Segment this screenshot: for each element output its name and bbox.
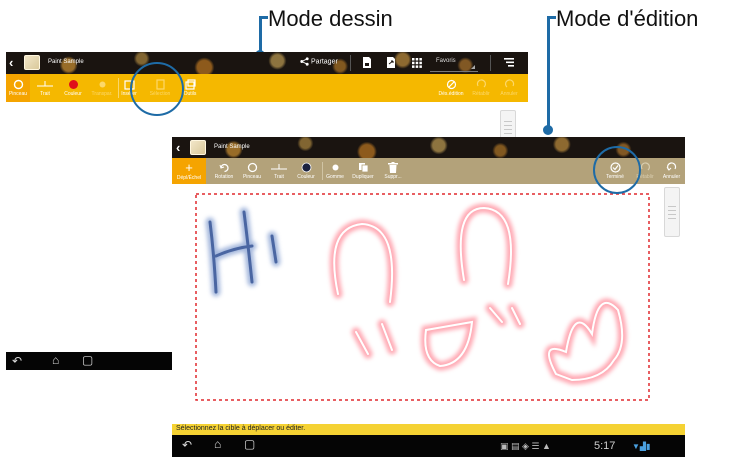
tool-tools-label: Outils bbox=[183, 91, 197, 97]
tools-icon bbox=[184, 79, 196, 90]
divider bbox=[118, 78, 119, 98]
app-title: Paint Sample bbox=[214, 144, 250, 150]
move-icon: + bbox=[185, 160, 193, 175]
tool-duplicate[interactable]: Dupliquer bbox=[348, 158, 378, 184]
tool-edit[interactable]: Dés.édition bbox=[436, 74, 466, 102]
save-icon[interactable] bbox=[362, 57, 372, 68]
back-chevron-icon[interactable]: ‹ bbox=[176, 140, 180, 155]
tool-line-label: Trait bbox=[274, 174, 284, 180]
recent-apps-icon[interactable]: ▢ bbox=[82, 354, 93, 366]
export-icon[interactable] bbox=[386, 57, 396, 68]
draw-nav-bar: ↶ ⌂ ▢ bbox=[6, 352, 172, 370]
color-icon bbox=[301, 162, 311, 173]
share-button[interactable]: Partager bbox=[300, 57, 338, 66]
divider bbox=[490, 55, 491, 71]
app-thumbnail bbox=[190, 140, 206, 155]
menu-icon[interactable] bbox=[504, 58, 514, 67]
line-icon bbox=[271, 164, 287, 170]
share-icon bbox=[300, 57, 309, 66]
undo-icon bbox=[666, 162, 677, 171]
tool-color[interactable]: Couleur bbox=[292, 158, 320, 184]
back-icon[interactable]: ↶ bbox=[182, 439, 192, 451]
tool-transparency-label: Transpar. bbox=[91, 91, 113, 97]
tool-color[interactable]: Couleur bbox=[60, 74, 86, 102]
tool-brush[interactable]: Pinceau bbox=[6, 74, 30, 102]
tool-redo[interactable]: Rétablir bbox=[468, 74, 494, 102]
draw-mode-highlight bbox=[130, 62, 184, 116]
tool-duplicate-label: Dupliquer bbox=[352, 174, 374, 180]
share-label: Partager bbox=[310, 58, 338, 66]
tool-redo-label: Rétablir bbox=[472, 91, 490, 97]
tool-rotate[interactable]: Rotation bbox=[210, 158, 238, 184]
tool-color-label: Couleur bbox=[64, 91, 82, 97]
system-status-icons: ▣ ▤ ◈ ☰ ▲ bbox=[500, 441, 551, 451]
edit-icon bbox=[446, 79, 456, 90]
tool-eraser-label: Gomme bbox=[326, 174, 344, 180]
tool-undo-label: Annuler bbox=[500, 91, 518, 97]
tool-line-label: Trait bbox=[40, 91, 50, 97]
undo-icon bbox=[504, 79, 514, 88]
grid-icon[interactable] bbox=[412, 58, 422, 68]
callout-edit-mode: Mode d'édition bbox=[556, 6, 699, 31]
brush-icon bbox=[13, 79, 23, 90]
callout-edit-mode-dot bbox=[543, 125, 553, 135]
draw-toolbar: Pinceau Trait Couleur Transpar. Insérer … bbox=[6, 74, 528, 102]
tool-move-label: Dépl/Échel bbox=[176, 175, 202, 181]
tool-transparency[interactable]: Transpar. bbox=[88, 74, 116, 102]
tool-move[interactable]: + Dépl/Échel bbox=[172, 158, 206, 184]
draw-actionbar: ‹ Paint Sample Partager Favoris bbox=[6, 52, 528, 74]
edit-scroll-handle[interactable] bbox=[664, 187, 680, 237]
tool-color-label: Couleur bbox=[297, 174, 315, 180]
tool-brush-label: Pinceau bbox=[8, 91, 28, 97]
tool-undo[interactable]: Annuler bbox=[658, 158, 685, 184]
drawing-canvas[interactable] bbox=[172, 184, 685, 444]
edit-mode-highlight bbox=[593, 146, 641, 194]
callout-edit-mode-leader bbox=[547, 16, 550, 128]
tool-delete[interactable]: Suppr... bbox=[378, 158, 408, 184]
line-icon bbox=[37, 81, 53, 87]
home-icon[interactable]: ⌂ bbox=[214, 438, 221, 450]
tool-delete-label: Suppr... bbox=[384, 174, 402, 180]
favorites-dropdown[interactable]: Favoris bbox=[430, 54, 478, 72]
redo-icon bbox=[476, 79, 486, 88]
transparency-icon bbox=[99, 81, 105, 88]
tool-rotate-label: Rotation bbox=[214, 174, 234, 180]
callout-draw-mode-leader bbox=[259, 16, 262, 54]
trash-icon bbox=[388, 162, 398, 173]
tool-brush-label: Pinceau bbox=[242, 174, 262, 180]
selection-box[interactable] bbox=[195, 193, 650, 401]
tool-line[interactable]: Trait bbox=[266, 158, 292, 184]
eraser-icon bbox=[332, 164, 338, 171]
back-chevron-icon[interactable]: ‹ bbox=[9, 55, 13, 70]
edit-nav-bar: ↶ ⌂ ▢ ▣ ▤ ◈ ☰ ▲ 5:17 ▼▟▮ bbox=[172, 435, 685, 457]
recent-apps-icon[interactable]: ▢ bbox=[244, 438, 255, 450]
app-thumbnail bbox=[24, 55, 40, 70]
wifi-battery-icons: ▼▟▮ bbox=[632, 442, 651, 451]
tool-line[interactable]: Trait bbox=[34, 74, 56, 102]
app-title: Paint Sample bbox=[48, 59, 84, 65]
tool-undo[interactable]: Annuler bbox=[496, 74, 522, 102]
brush-icon bbox=[247, 162, 257, 173]
tool-brush[interactable]: Pinceau bbox=[238, 158, 266, 184]
red-smiley-strokes[interactable] bbox=[329, 203, 627, 385]
blue-hi-strokes[interactable] bbox=[205, 207, 281, 297]
home-icon[interactable]: ⌂ bbox=[52, 354, 59, 366]
callout-draw-mode: Mode dessin bbox=[268, 6, 393, 31]
tool-undo-label: Annuler bbox=[662, 174, 681, 180]
status-message: Sélectionnez la cible à déplacer ou édit… bbox=[172, 424, 685, 435]
redo-icon bbox=[640, 162, 650, 171]
dropdown-corner-icon bbox=[471, 65, 475, 69]
color-icon bbox=[68, 80, 78, 89]
clock: 5:17 bbox=[594, 440, 616, 452]
duplicate-icon bbox=[358, 163, 368, 173]
rotate-icon bbox=[219, 163, 229, 173]
tool-eraser[interactable]: Gomme bbox=[322, 158, 348, 184]
tool-edit-label: Dés.édition bbox=[438, 91, 464, 97]
favorites-label: Favoris bbox=[436, 58, 456, 64]
back-icon[interactable]: ↶ bbox=[12, 355, 22, 367]
divider bbox=[350, 55, 351, 71]
